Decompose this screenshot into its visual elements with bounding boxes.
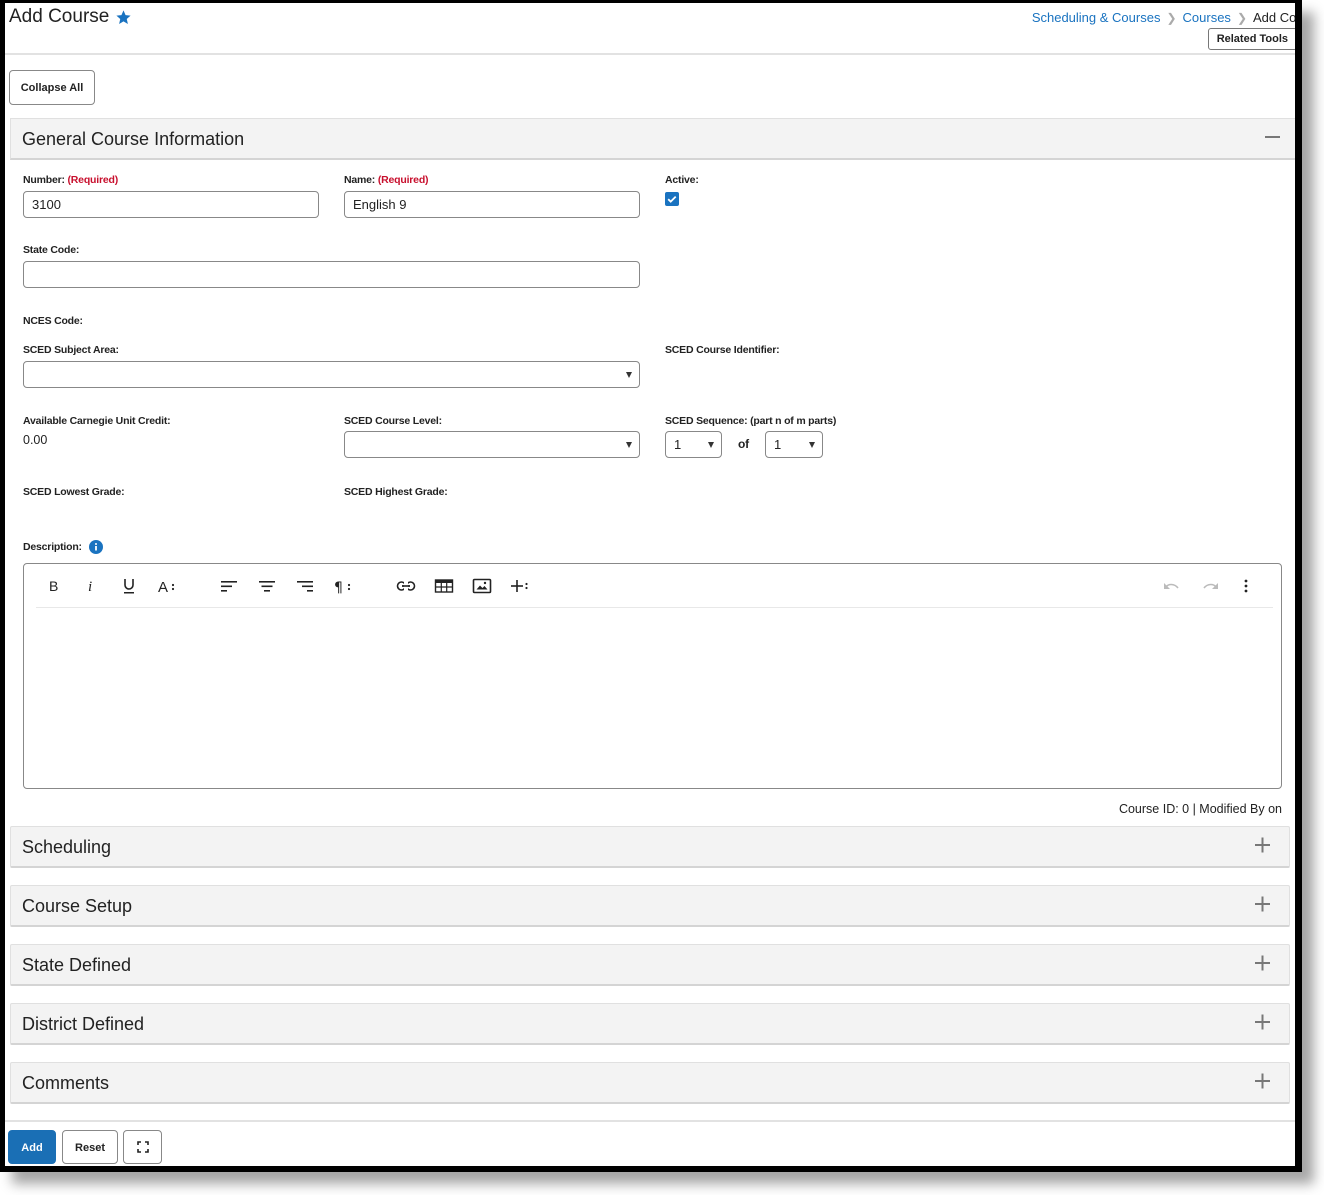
italic-icon[interactable]: i <box>79 574 103 598</box>
sced-course-level-select[interactable] <box>344 431 640 458</box>
name-input[interactable]: English 9 <box>344 191 640 218</box>
breadcrumb-courses[interactable]: Courses <box>1183 10 1231 25</box>
section-course-setup[interactable]: Course Setup <box>10 885 1290 927</box>
minus-icon[interactable] <box>1263 127 1283 147</box>
sced-subject-area-select[interactable] <box>23 361 640 388</box>
breadcrumb-scheduling-courses[interactable]: Scheduling & Courses <box>1032 10 1161 25</box>
font-size-icon[interactable]: A <box>155 574 179 598</box>
carnegie-credit-value: 0.00 <box>23 433 48 447</box>
sced-course-level-label: SCED Course Level: <box>344 415 442 427</box>
plus-icon[interactable] <box>1253 835 1273 855</box>
align-right-icon[interactable] <box>293 574 317 598</box>
section-title: Course Setup <box>22 896 133 916</box>
sced-highest-grade-label: SCED Highest Grade: <box>344 486 448 498</box>
sced-sequence-label: SCED Sequence: (part n of m parts) <box>665 415 837 427</box>
action-bar-divider <box>5 1120 1295 1122</box>
caret-down-icon <box>626 372 632 378</box>
fullscreen-button[interactable] <box>123 1130 162 1164</box>
svg-text:¶: ¶ <box>334 580 343 594</box>
collapse-all-button[interactable]: Collapse All <box>9 70 95 105</box>
fullscreen-icon <box>136 1141 149 1153</box>
sced-course-identifier-label: SCED Course Identifier: <box>665 344 780 356</box>
chevron-right-icon: ❯ <box>1236 10 1247 25</box>
bold-icon[interactable]: B <box>42 574 66 598</box>
chevron-right-icon: ❯ <box>1166 10 1177 25</box>
sced-sequence-total-select[interactable]: 1 <box>765 431 823 458</box>
carnegie-credit-label: Available Carnegie Unit Credit: <box>23 415 171 427</box>
table-icon[interactable] <box>432 574 456 598</box>
redo-icon[interactable] <box>1198 574 1222 598</box>
align-center-icon[interactable] <box>255 574 279 598</box>
section-comments[interactable]: Comments <box>10 1062 1290 1104</box>
caret-down-icon <box>626 442 632 448</box>
toolbar-divider <box>36 607 1273 608</box>
caret-down-icon <box>809 442 815 448</box>
image-icon[interactable] <box>470 574 494 598</box>
header-divider <box>5 53 1295 55</box>
section-title: Scheduling <box>22 837 112 857</box>
name-label: Name: (Required) <box>344 174 429 186</box>
svg-text:B: B <box>49 578 58 594</box>
paragraph-icon[interactable]: ¶ <box>331 574 355 598</box>
section-title: District Defined <box>22 1014 145 1034</box>
star-icon[interactable] <box>115 9 132 26</box>
plus-icon[interactable] <box>1253 1071 1273 1091</box>
plus-icon[interactable] <box>1253 953 1273 973</box>
more-options-icon[interactable] <box>1234 574 1258 598</box>
number-label: Number: (Required) <box>23 174 119 186</box>
state-code-input[interactable] <box>23 261 640 288</box>
section-district-defined[interactable]: District Defined <box>10 1003 1290 1045</box>
section-title: State Defined <box>22 955 132 975</box>
sced-sequence-part-select[interactable]: 1 <box>665 431 722 458</box>
svg-text:A: A <box>158 579 168 594</box>
undo-icon[interactable] <box>1160 574 1184 598</box>
section-general-course-information[interactable]: General Course Information <box>10 118 1295 160</box>
plus-icon[interactable] <box>1253 1012 1273 1032</box>
active-label: Active: <box>665 174 699 186</box>
sced-sequence-of-label: of <box>738 437 749 451</box>
align-left-icon[interactable] <box>217 574 241 598</box>
description-label: Description: <box>23 541 82 553</box>
state-code-label: State Code: <box>23 244 80 256</box>
underline-icon[interactable] <box>117 574 141 598</box>
section-title: Comments <box>22 1073 110 1093</box>
page-title: Add Course <box>9 6 132 28</box>
page-title-text: Add Course <box>9 6 110 27</box>
section-title: General Course Information <box>22 129 245 149</box>
editor-toolbar: B i A ¶ <box>24 564 1281 608</box>
sced-sequence-part-value: 1 <box>674 437 682 452</box>
add-course-page: Add Course Scheduling & Courses ❯ Course… <box>5 3 1295 1166</box>
section-state-defined[interactable]: State Defined <box>10 944 1290 986</box>
plus-icon[interactable] <box>1253 894 1273 914</box>
description-editor: B i A ¶ <box>23 563 1282 789</box>
caret-down-icon <box>708 442 714 448</box>
link-icon[interactable] <box>394 574 418 598</box>
add-button[interactable]: Add <box>8 1130 56 1164</box>
breadcrumb-current: Add Course <box>1253 10 1295 25</box>
number-input[interactable]: 3100 <box>23 191 319 218</box>
sced-lowest-grade-label: SCED Lowest Grade: <box>23 486 125 498</box>
course-meta: Course ID: 0 | Modified By on <box>1118 802 1282 816</box>
sced-subject-area-label: SCED Subject Area: <box>23 344 119 356</box>
description-editor-body[interactable] <box>24 609 1281 788</box>
nces-code-label: NCES Code: <box>23 315 83 327</box>
reset-button[interactable]: Reset <box>62 1130 118 1164</box>
insert-icon[interactable] <box>508 574 532 598</box>
section-scheduling[interactable]: Scheduling <box>10 826 1290 868</box>
related-tools-button[interactable]: Related Tools <box>1207 28 1295 50</box>
info-icon[interactable] <box>89 540 103 554</box>
svg-text:i: i <box>88 579 92 594</box>
active-checkbox[interactable] <box>665 192 679 206</box>
breadcrumb: Scheduling & Courses ❯ Courses ❯ Add Cou… <box>1032 10 1295 25</box>
sced-sequence-total-value: 1 <box>774 437 782 452</box>
checkmark-icon <box>667 195 677 203</box>
